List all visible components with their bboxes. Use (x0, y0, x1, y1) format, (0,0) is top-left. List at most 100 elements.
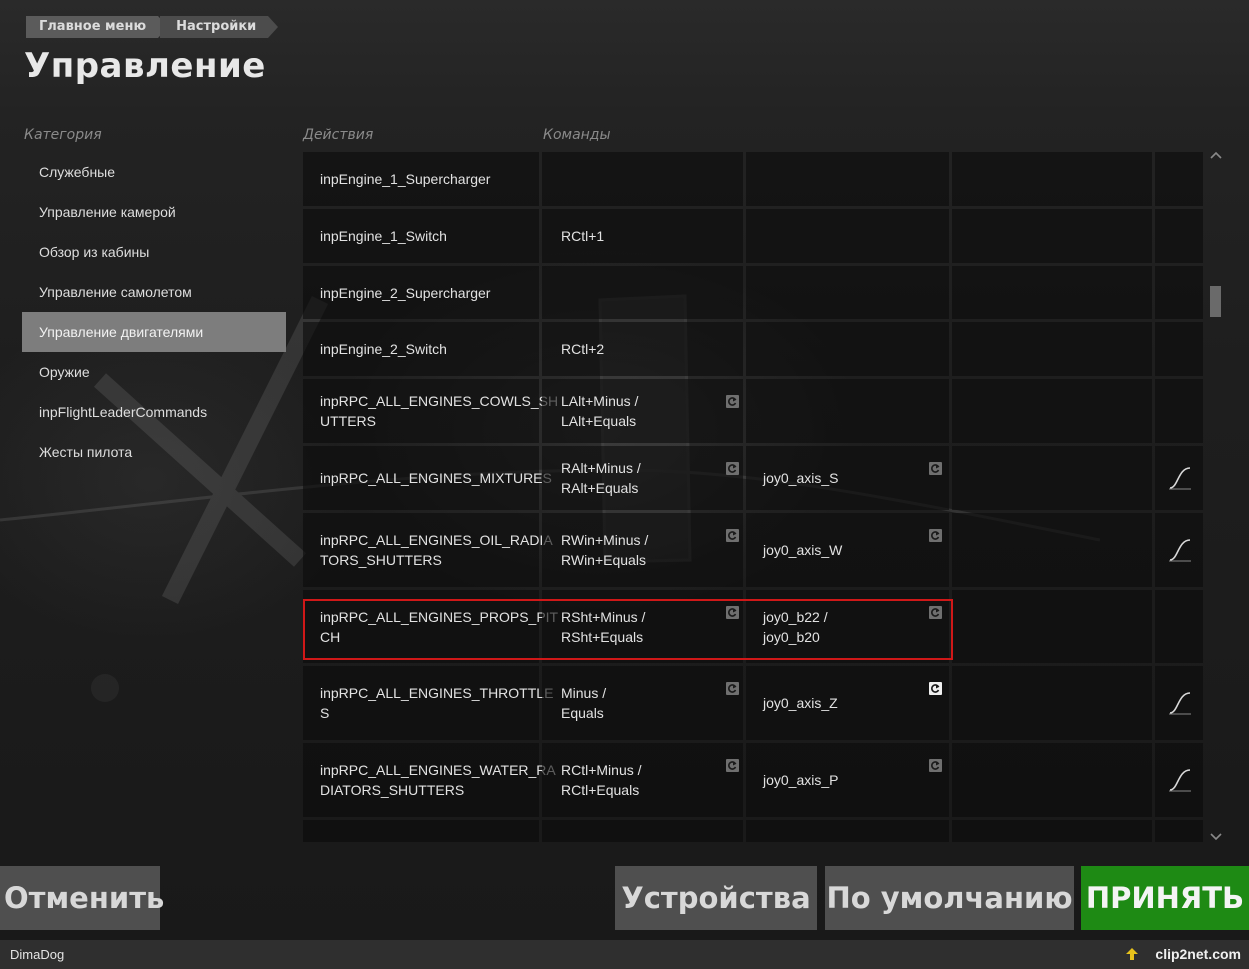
joystick-binding-cell[interactable]: joy0_axis_S (746, 446, 949, 510)
action-cell[interactable]: inpRPC_ALL_ENGINES_OIL_RADIA TORS_SHUTTE… (303, 513, 553, 587)
extra-binding-cell[interactable] (952, 820, 1152, 842)
joystick-binding-cell[interactable] (746, 379, 949, 443)
extra-binding-cell[interactable] (952, 152, 1152, 206)
joystick-binding-cell[interactable] (746, 322, 949, 376)
accept-button[interactable]: ПРИНЯТЬ (1081, 866, 1249, 930)
reset-icon[interactable] (726, 606, 739, 619)
devices-button[interactable]: Устройства (615, 866, 817, 930)
extra-binding-cell[interactable] (952, 266, 1152, 319)
extra-binding-cell[interactable] (952, 322, 1152, 376)
category-item-pilot-gestures[interactable]: Жесты пилота (22, 432, 286, 472)
joystick-binding-cell[interactable]: joy0_b22 / joy0_b20 (746, 590, 949, 663)
key-binding-text: RAlt+Minus / RAlt+Equals (561, 460, 641, 496)
category-item-cockpit-view[interactable]: Обзор из кабины (22, 232, 286, 272)
joystick-binding-cell[interactable] (746, 266, 949, 319)
category-item-engine-control[interactable]: Управление двигателями (22, 312, 286, 352)
extra-binding-cell[interactable] (952, 446, 1152, 510)
defaults-button[interactable]: По умолчанию (825, 866, 1074, 930)
reset-icon[interactable] (726, 529, 739, 542)
action-cell[interactable]: inpRPC_ALL_ENGINES_THROTTLE S (303, 666, 553, 740)
response-curve-cell[interactable] (1155, 820, 1203, 842)
joystick-binding-cell[interactable]: joy0_axis_P (746, 743, 949, 817)
reset-icon[interactable] (929, 606, 942, 619)
action-cell[interactable]: inpEngine_1_Supercharger (303, 152, 539, 206)
joystick-binding-cell[interactable] (746, 209, 949, 263)
reset-icon[interactable] (726, 462, 739, 475)
category-item-aircraft-control[interactable]: Управление самолетом (22, 272, 286, 312)
binding-row[interactable]: inpRPC_ALL_ENGINES_COWLS_SH UTTERS LAlt+M… (303, 379, 1203, 443)
binding-row[interactable]: inpRPC_ALL_ENGINES_WATER_RA DIATORS_SHUT… (303, 743, 1203, 817)
reset-icon[interactable] (929, 462, 942, 475)
cancel-button[interactable]: Отменить (0, 866, 164, 930)
extra-binding-cell[interactable] (952, 590, 1152, 663)
response-curve-cell[interactable] (1155, 209, 1203, 263)
key-binding-cell[interactable]: RSht+Minus / RSht+Equals (542, 590, 743, 663)
response-curve-cell[interactable] (1155, 379, 1203, 443)
action-cell[interactable]: inpRPC_ALL_ENGINES_PROPS_PIT CH (303, 590, 558, 663)
reset-icon[interactable] (726, 682, 739, 695)
key-binding-cell[interactable]: Minus / Equals (542, 666, 743, 740)
joystick-binding-cell[interactable] (746, 152, 949, 206)
reset-icon[interactable] (929, 759, 942, 772)
extra-binding-cell[interactable] (952, 666, 1152, 740)
bindings-table: inpEngine_1_Supercharger inpEngine_1_Swit… (303, 152, 1203, 842)
reset-icon[interactable] (929, 682, 942, 695)
response-curve-cell[interactable] (1155, 513, 1203, 587)
binding-row[interactable]: inpEngine_1_Supercharger (303, 152, 1203, 206)
reset-icon[interactable] (726, 395, 739, 408)
key-binding-cell[interactable]: RAlt+Minus / RAlt+Equals (542, 446, 743, 510)
action-cell[interactable]: inpRPC_ALL_ENGINES_COWLS_SH UTTERS (303, 379, 558, 443)
binding-row[interactable]: inpRPC_ALL_ENGINES_THROTTLE S Minus / Equ… (303, 666, 1203, 740)
response-curve-cell[interactable] (1155, 666, 1203, 740)
category-item-flight-leader-commands[interactable]: inpFlightLeaderCommands (22, 392, 286, 432)
key-binding-cell[interactable]: RWin+Minus / RWin+Equals (542, 513, 743, 587)
response-curve-cell[interactable] (1155, 446, 1203, 510)
binding-row[interactable]: inpRPC_ALL_ENGINES_MIXTURES RAlt+Minus / … (303, 446, 1203, 510)
response-curve-cell[interactable] (1155, 743, 1203, 817)
key-binding-cell[interactable]: LAlt+Minus / LAlt+Equals (542, 379, 743, 443)
joystick-binding-cell[interactable]: joy0_axis_Z (746, 666, 949, 740)
extra-binding-cell[interactable] (952, 743, 1152, 817)
curve-icon[interactable] (1167, 537, 1193, 563)
reset-icon[interactable] (929, 529, 942, 542)
category-item-service[interactable]: Служебные (22, 152, 286, 192)
category-item-weapons[interactable]: Оружие (22, 352, 286, 392)
response-curve-cell[interactable] (1155, 266, 1203, 319)
extra-binding-cell[interactable] (952, 379, 1152, 443)
action-cell[interactable]: inpEngine_2_Supercharger (303, 266, 539, 319)
action-cell[interactable]: inpRPC_ALL_ENGINES_WATER_RA DIATORS_SHUT… (303, 743, 556, 817)
reset-icon[interactable] (726, 759, 739, 772)
response-curve-cell[interactable] (1155, 152, 1203, 206)
chevron-up-icon[interactable] (1208, 148, 1224, 164)
category-item-camera[interactable]: Управление камерой (22, 192, 286, 232)
binding-row[interactable]: inpRPC_ALL_ENGINES_PROPS_PIT CH RSht+Minu… (303, 590, 1203, 663)
binding-row[interactable]: inpRPC_ALL_ENGINES_OIL_RADIA TORS_SHUTTE… (303, 513, 1203, 587)
curve-icon[interactable] (1167, 767, 1193, 793)
key-binding-cell[interactable]: RCtl+Minus / RCtl+Equals (542, 743, 743, 817)
scrollbar-thumb[interactable] (1210, 286, 1221, 317)
binding-row[interactable]: inpEngine_2_Supercharger (303, 266, 1203, 319)
curve-icon[interactable] (1167, 465, 1193, 491)
response-curve-cell[interactable] (1155, 590, 1203, 663)
key-binding-cell[interactable] (542, 152, 743, 206)
action-cell[interactable]: inpEngine_2_Switch (303, 322, 539, 376)
joystick-binding-cell[interactable]: joy0_axis_W (746, 513, 949, 587)
extra-binding-cell[interactable] (952, 209, 1152, 263)
breadcrumb-main-menu[interactable]: Главное меню (26, 16, 169, 38)
response-curve-cell[interactable] (1155, 322, 1203, 376)
key-binding-cell[interactable] (542, 820, 743, 842)
action-cell[interactable]: inpRPC_ALL_ENGINES_MIXTURES (303, 446, 552, 510)
binding-row[interactable]: inpEngine_1_Switch RCtl+1 (303, 209, 1203, 263)
binding-row[interactable]: inpEngine_2_Switch RCtl+2 (303, 322, 1203, 376)
extra-binding-cell[interactable] (952, 513, 1152, 587)
action-cell[interactable]: inpRPC_ENGINE_1_COWL_SHUTTE (303, 820, 539, 842)
action-cell[interactable]: inpEngine_1_Switch (303, 209, 539, 263)
breadcrumb-settings[interactable]: Настройки (160, 16, 279, 38)
binding-row[interactable]: inpRPC_ENGINE_1_COWL_SHUTTE (303, 820, 1203, 842)
chevron-down-icon[interactable] (1208, 828, 1224, 844)
curve-icon[interactable] (1167, 690, 1193, 716)
key-binding-cell[interactable] (542, 266, 743, 319)
joystick-binding-cell[interactable] (746, 820, 949, 842)
key-binding-cell[interactable]: RCtl+2 (542, 322, 743, 376)
key-binding-cell[interactable]: RCtl+1 (542, 209, 743, 263)
